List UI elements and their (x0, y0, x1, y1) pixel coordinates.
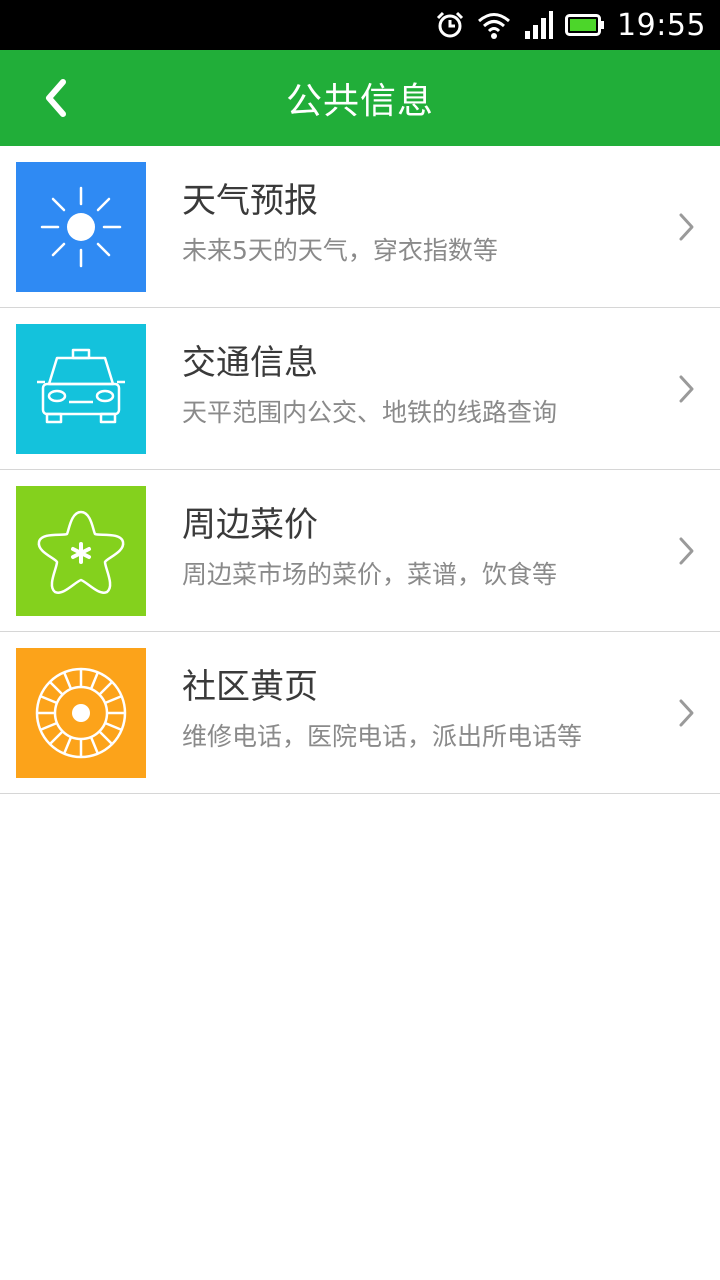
page-title: 公共信息 (285, 81, 434, 122)
alarm-icon (436, 11, 464, 38)
back-button[interactable] (30, 72, 82, 124)
item-title: 周边菜价 (182, 505, 318, 545)
taxi-icon (37, 348, 125, 424)
yellow-pages-icon-box (16, 648, 146, 778)
weather-texts: 天气预报 未来5天的天气，穿衣指数等 (182, 180, 498, 268)
status-bar: 19:55 (0, 0, 720, 50)
list-item-traffic[interactable]: 交通信息 天平范围内公交、地铁的线路查询 (0, 308, 720, 470)
item-title: 社区黄页 (182, 667, 318, 707)
item-title: 天气预报 (182, 181, 318, 221)
app-bar: 公共信息 (0, 50, 720, 146)
list-item-weather[interactable]: 天气预报 未来5天的天气，穿衣指数等 (0, 146, 720, 308)
item-subtitle: 天平范围内公交、地铁的线路查询 (182, 398, 558, 427)
chevron-right-icon (679, 537, 694, 565)
sun-icon (40, 186, 122, 268)
item-title: 交通信息 (182, 343, 318, 383)
back-arrow-icon (46, 79, 66, 117)
battery-icon (565, 14, 605, 36)
wifi-icon (478, 13, 511, 39)
dial-icon (35, 667, 127, 759)
vegetable-texts: 周边菜价 周边菜市场的菜价，菜谱，饮食等 (182, 504, 557, 592)
item-subtitle: 周边菜市场的菜价，菜谱，饮食等 (182, 560, 558, 589)
list-item-vegetable-prices[interactable]: 周边菜价 周边菜市场的菜价，菜谱，饮食等 (0, 470, 720, 632)
item-subtitle: 未来5天的天气，穿衣指数等 (182, 236, 498, 265)
list-item-yellow-pages[interactable]: 社区黄页 维修电话，医院电话，派出所电话等 (0, 632, 720, 794)
chevron-right-icon (679, 213, 694, 241)
flower-icon (37, 510, 125, 594)
item-subtitle: 维修电话，医院电话，派出所电话等 (182, 722, 583, 751)
signal-icon (525, 11, 554, 39)
vegetable-icon-box (16, 486, 146, 616)
weather-icon-box (16, 162, 146, 292)
chevron-right-icon (679, 375, 694, 403)
chevron-right-icon (679, 699, 694, 727)
info-list: 天气预报 未来5天的天气，穿衣指数等 交通信息 天平范围内公交、地铁的线路查询 … (0, 146, 720, 794)
traffic-icon-box (16, 324, 146, 454)
status-time: 19:55 (617, 7, 706, 43)
yellow-pages-texts: 社区黄页 维修电话，医院电话，派出所电话等 (182, 666, 582, 754)
traffic-texts: 交通信息 天平范围内公交、地铁的线路查询 (182, 342, 557, 430)
